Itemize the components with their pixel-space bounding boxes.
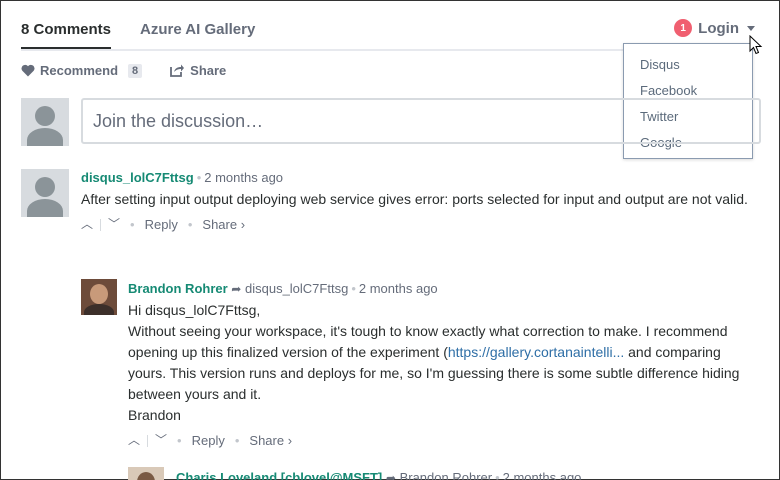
share-label: Share bbox=[190, 63, 227, 78]
tab-azure-ai-gallery[interactable]: Azure AI Gallery bbox=[140, 21, 255, 38]
comment-item: Charis Loveland [cblovel@MSFT] ➦ Brandon… bbox=[176, 469, 736, 480]
recommend-label: Recommend bbox=[40, 63, 119, 78]
comment-meta: Brandon Rohrer ➦ disqus_lolC7Fttsg • 2 mon… bbox=[128, 281, 438, 296]
comment-footer: ︿ ﹀ • Reply • Share › bbox=[81, 214, 761, 235]
mouse-cursor-icon bbox=[749, 35, 763, 55]
downvote-icon[interactable]: ﹀ bbox=[155, 430, 167, 451]
reply-button[interactable]: Reply bbox=[192, 430, 225, 451]
share-icon bbox=[170, 64, 185, 77]
active-tab-indicator bbox=[21, 47, 111, 49]
heart-icon bbox=[21, 64, 35, 77]
comment-footer: ︿ ﹀ • Reply • Share › bbox=[128, 430, 758, 451]
upvote-icon[interactable]: ︿ bbox=[128, 430, 140, 451]
notification-badge: 1 bbox=[674, 19, 693, 37]
current-user-avatar bbox=[21, 98, 69, 146]
comment-item: disqus_lolC7Fttsg • 2 months ago After set… bbox=[81, 169, 761, 235]
reply-to-author[interactable]: disqus_lolC7Fttsg bbox=[245, 281, 348, 296]
comment-meta: disqus_lolC7Fttsg • 2 months ago bbox=[81, 170, 284, 185]
comment-item: Brandon Rohrer ➦ disqus_lolC7Fttsg • 2 mon… bbox=[128, 280, 758, 451]
thread-actions: Recommend 8 Share bbox=[21, 63, 226, 78]
share-thread-button[interactable]: Share bbox=[170, 63, 226, 78]
share-button[interactable]: Share › bbox=[202, 214, 245, 235]
login-menu[interactable]: 1 Login bbox=[674, 19, 755, 37]
comment-author[interactable]: Brandon Rohrer bbox=[128, 281, 228, 296]
avatar[interactable] bbox=[21, 169, 69, 217]
comment-meta: Charis Loveland [cblovel@MSFT] ➦ Brandon… bbox=[176, 469, 736, 480]
avatar[interactable] bbox=[128, 467, 164, 480]
recommend-count: 8 bbox=[128, 63, 143, 78]
tab-comments[interactable]: 8 Comments bbox=[21, 21, 111, 38]
comment-time[interactable]: 2 months ago bbox=[503, 470, 582, 480]
reply-button[interactable]: Reply bbox=[145, 214, 178, 235]
avatar[interactable] bbox=[81, 279, 117, 315]
upvote-icon[interactable]: ︿ bbox=[81, 214, 93, 235]
comment-author[interactable]: Charis Loveland [cblovel@MSFT] bbox=[176, 470, 382, 480]
recommend-button[interactable]: Recommend 8 bbox=[21, 63, 143, 78]
comment-time[interactable]: 2 months ago bbox=[359, 281, 438, 296]
comment-body: Hi disqus_lolC7Fttsg, Without seeing you… bbox=[128, 300, 758, 426]
comment-input-placeholder: Join the discussion… bbox=[93, 111, 264, 131]
comment-author[interactable]: disqus_lolC7Fttsg bbox=[81, 170, 194, 185]
comment-input[interactable]: Join the discussion… bbox=[81, 98, 761, 144]
comment-time[interactable]: 2 months ago bbox=[204, 170, 283, 185]
reply-to-author[interactable]: Brandon Rohrer bbox=[400, 470, 493, 480]
comment-paragraph: Without seeing your workspace, it's toug… bbox=[128, 321, 758, 405]
caret-down-icon bbox=[747, 25, 755, 31]
login-label: Login bbox=[698, 19, 739, 37]
share-button[interactable]: Share › bbox=[249, 430, 292, 451]
login-option-disqus[interactable]: Disqus bbox=[624, 52, 752, 78]
reply-arrow-icon: ➦ bbox=[231, 282, 242, 296]
experiment-link[interactable]: https://gallery.cortanaintelli... bbox=[448, 344, 624, 360]
comment-signature: Brandon bbox=[128, 407, 181, 423]
comment-body: After setting input output deploying web… bbox=[81, 191, 748, 207]
downvote-icon[interactable]: ﹀ bbox=[108, 214, 120, 235]
reply-arrow-icon: ➦ bbox=[385, 471, 396, 480]
comment-greeting: Hi disqus_lolC7Fttsg, bbox=[128, 302, 261, 318]
